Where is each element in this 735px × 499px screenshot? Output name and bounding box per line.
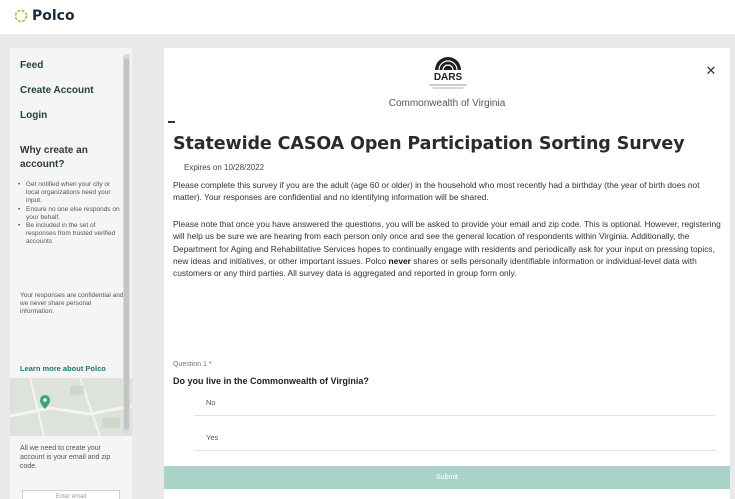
question-label: Question 1	[173, 361, 207, 368]
email-field[interactable]: Enter email	[22, 490, 120, 499]
map-graphic	[10, 378, 132, 436]
sidebar: Feed Create Account Login Why create an …	[10, 48, 132, 499]
benefits-list: Get notified when your city or local org…	[16, 181, 122, 247]
question-number: Question 1 *	[173, 361, 212, 368]
account-requirements-text: All we need to create your account is yo…	[20, 445, 111, 470]
benefit-item: Be included in the set of responses from…	[16, 222, 122, 247]
privacy-note: Please note that once you have answered …	[173, 218, 721, 279]
option-yes[interactable]: Yes	[194, 421, 716, 451]
why-create-account-heading: Why create an account?	[20, 145, 88, 170]
survey-intro: Please complete this survey if you are t…	[173, 180, 700, 203]
option-label: No	[206, 398, 216, 407]
privacy-emphasis: never	[388, 255, 411, 266]
map-image	[10, 378, 132, 436]
benefit-item: Ensure no one else responds on your beha…	[16, 206, 122, 222]
expiration-date: Expires on 10/28/2022	[184, 163, 265, 172]
sidebar-item-create-account[interactable]: Create Account	[20, 85, 94, 96]
sidebar-scrollbar-thumb[interactable]	[124, 58, 129, 430]
polco-logo-icon	[14, 9, 28, 23]
top-bar: Polco	[0, 0, 735, 34]
required-mark: *	[208, 361, 212, 368]
survey-modal: DARS ✕ Commonwealth of Virginia Statewid…	[164, 48, 730, 499]
close-icon[interactable]: ✕	[704, 64, 718, 78]
sidebar-item-feed[interactable]: Feed	[20, 60, 43, 71]
polco-logo[interactable]: Polco	[14, 8, 75, 24]
divider	[168, 121, 175, 123]
survey-title: Statewide CASOA Open Participation Sorti…	[173, 134, 685, 154]
confidential-note: Your responses are confidential and we n…	[20, 292, 124, 316]
benefit-item: Get notified when your city or local org…	[16, 181, 122, 206]
dars-logo-text: DARS	[434, 72, 463, 83]
learn-more-link[interactable]: Learn more about Polco	[20, 364, 106, 373]
option-no[interactable]: No	[194, 386, 716, 416]
sidebar-item-login[interactable]: Login	[20, 110, 47, 121]
dars-logo: DARS	[413, 54, 483, 94]
question-text: Do you live in the Commonwealth of Virgi…	[173, 376, 369, 386]
agency-name: Commonwealth of Virginia	[388, 98, 506, 109]
option-label: Yes	[206, 433, 219, 442]
submit-button[interactable]: Submit	[164, 466, 730, 489]
dars-logo-icon: DARS	[429, 57, 467, 89]
polco-logo-text: Polco	[32, 8, 75, 24]
